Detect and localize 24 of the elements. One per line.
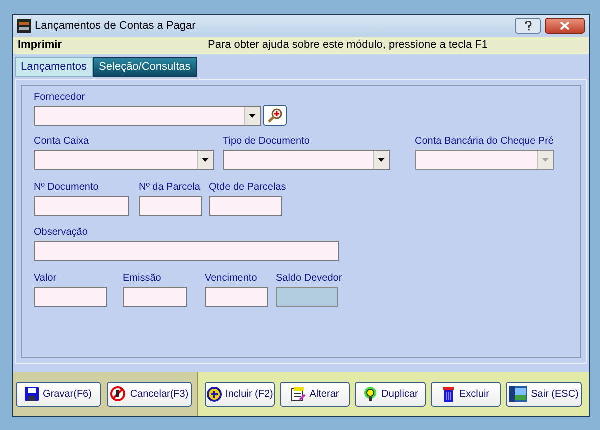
field-label: Vencimento bbox=[205, 273, 258, 285]
toolbar-button[interactable]: Excluir bbox=[431, 382, 501, 406]
tab[interactable]: Lançamentos bbox=[15, 57, 94, 77]
field-label: Emissão bbox=[123, 273, 162, 285]
field-label: Saldo Devedor bbox=[276, 273, 342, 285]
field-label: Observação bbox=[34, 227, 89, 239]
window-title: Lançamentos de Contas a Pagar bbox=[35, 18, 197, 34]
toolbar-button[interactable]: Alterar bbox=[280, 382, 350, 406]
toolbar-button[interactable]: Gravar(F6) bbox=[16, 382, 101, 406]
field-label: Nº da Parcela bbox=[139, 182, 202, 194]
help-text: Para obter ajuda sobre este módulo, pressione a tecla F1 bbox=[208, 38, 488, 54]
tab[interactable]: Seleção/Consultas bbox=[93, 57, 197, 77]
field-label: Conta Bancária do Cheque Pré bbox=[415, 136, 554, 148]
toolbar-button[interactable]: Duplicar bbox=[355, 382, 426, 406]
field-label: Qtde de Parcelas bbox=[209, 182, 286, 194]
toolbar-button[interactable]: Incluir (F2) bbox=[205, 382, 275, 406]
field-label: Valor bbox=[34, 273, 58, 285]
field-label: Conta Caixa bbox=[34, 136, 90, 148]
print-menu[interactable]: Imprimir bbox=[18, 37, 208, 54]
toolbar-button[interactable]: Cancelar(F3) bbox=[107, 382, 192, 406]
field-label: Fornecedor bbox=[34, 92, 86, 104]
toolbar-button[interactable]: Sair (ESC) bbox=[506, 382, 582, 406]
field-label: Tipo de Documento bbox=[223, 136, 311, 148]
field-label: Nº Documento bbox=[34, 182, 100, 194]
